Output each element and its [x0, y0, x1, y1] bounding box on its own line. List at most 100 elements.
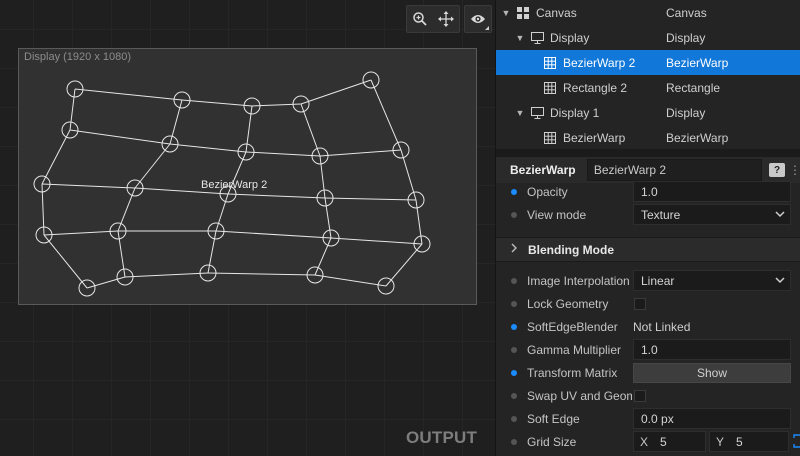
soft-edge-blender-value: Not Linked — [633, 319, 691, 334]
prop-label: Gamma Multiplier — [527, 342, 622, 357]
tree-item-type: BezierWarp — [666, 55, 729, 70]
warp-grid-line — [69, 88, 76, 131]
prop-lock-geometry: Lock Geometry — [496, 292, 800, 315]
warp-grid-line — [69, 129, 171, 145]
tree-item-bezierwarp-2[interactable]: BezierWarp 2 BezierWarp — [496, 50, 800, 75]
keyframe-dot-icon[interactable] — [511, 211, 517, 218]
chevron-right-icon[interactable] — [510, 243, 528, 256]
warp-grid-line — [215, 230, 332, 239]
warp-grid-line — [169, 143, 247, 153]
gamma-multiplier-field[interactable]: 1.0 — [633, 339, 791, 360]
keyframe-dot-icon[interactable] — [511, 415, 517, 422]
monitor-icon — [530, 31, 544, 45]
grid-icon — [543, 56, 557, 70]
prop-opacity: Opacity 1.0 — [496, 180, 800, 203]
show-matrix-button[interactable]: Show — [633, 362, 791, 383]
tree-item-name: BezierWarp 2 — [563, 55, 636, 70]
prop-soft-edge: Soft Edge 0.0 px — [496, 407, 800, 430]
help-icon[interactable]: ? — [769, 163, 785, 177]
grid-size-x-field[interactable]: X 5 — [633, 431, 706, 452]
tree-item-display-1[interactable]: ▼ Display 1 Display — [496, 100, 800, 125]
warp-grid-line — [43, 234, 88, 289]
blending-mode-section[interactable]: Blending Mode — [496, 237, 800, 262]
grid-size-x-value: 5 — [660, 434, 667, 449]
warp-grid-line — [169, 99, 183, 145]
inspector-name-field[interactable]: BezierWarp 2 — [586, 159, 763, 181]
keyframe-dot-icon[interactable] — [511, 300, 517, 307]
warp-grid-line — [181, 99, 253, 107]
grid-icon — [543, 131, 557, 145]
warp-grid-line — [74, 88, 183, 101]
swap-uv-checkbox[interactable] — [634, 389, 646, 402]
warp-grid-line — [207, 272, 316, 276]
keyframe-dot-icon[interactable] — [511, 392, 517, 399]
prop-swap-uv: Swap UV and Geome — [496, 384, 800, 407]
tree-item-name: Display 1 — [550, 105, 600, 120]
chevron-down-icon[interactable]: ▼ — [500, 8, 512, 18]
opacity-field[interactable]: 1.0 — [633, 181, 791, 202]
warp-grid-line — [117, 187, 136, 232]
keyframe-dot-icon[interactable] — [511, 438, 517, 445]
lock-geometry-checkbox[interactable] — [634, 297, 646, 310]
keyframe-dot-icon[interactable] — [511, 369, 517, 376]
tree-item-type: Display — [666, 30, 706, 45]
keyframe-dot-icon[interactable] — [511, 323, 517, 330]
prop-label: Swap UV and Geome — [527, 388, 632, 403]
prop-label: SoftEdgeBlender — [527, 319, 618, 334]
warp-grid-line — [245, 151, 321, 157]
more-options-icon[interactable]: ⋮ — [789, 163, 800, 177]
image-interpolation-select[interactable]: Linear — [633, 270, 791, 291]
tree-item-canvas[interactable]: ▼ Canvas Canvas — [496, 0, 800, 25]
grid-size-y-value: 5 — [736, 434, 743, 449]
warp-grid-line — [300, 79, 372, 105]
prop-label: Opacity — [527, 184, 568, 199]
chevron-down-icon[interactable]: ▼ — [514, 108, 526, 118]
section-title: Blending Mode — [528, 242, 614, 257]
axis-label: Y — [715, 434, 724, 449]
tree-item-type: Display — [666, 105, 706, 120]
grid-size-y-field[interactable]: Y 5 — [709, 431, 789, 452]
prop-transform-matrix: Transform Matrix Show — [496, 361, 800, 384]
view-mode-select[interactable]: Texture — [633, 204, 791, 225]
output-viewport[interactable]: Display (1920 x 1080) BezierWarp 2 OUTPU… — [0, 0, 495, 456]
tree-item-name: Display — [550, 30, 590, 45]
right-panel: ▼ Canvas Canvas ▼ Display Display Bezier… — [495, 0, 800, 456]
warp-grid-line — [324, 197, 417, 201]
tree-item-type: Rectangle — [666, 80, 721, 95]
link-icon[interactable] — [793, 434, 800, 451]
tree-item-type: Canvas — [666, 5, 707, 20]
prop-grid-size: Grid Size X 5 Y 5 — [496, 430, 800, 453]
prop-label: Transform Matrix — [527, 365, 618, 380]
prop-soft-edge-blender: SoftEdgeBlender Not Linked — [496, 315, 800, 338]
prop-label: View mode — [527, 207, 587, 222]
keyframe-dot-icon[interactable] — [511, 188, 517, 195]
tree-item-name: Canvas — [536, 5, 577, 20]
inspector-type-label: BezierWarp — [510, 163, 576, 177]
tree-item-name: BezierWarp — [563, 130, 626, 145]
panel-divider[interactable] — [496, 149, 800, 157]
monitor-icon — [530, 106, 544, 120]
warp-grid-line — [41, 183, 136, 189]
tree-item-display[interactable]: ▼ Display Display — [496, 25, 800, 50]
warp-grid-line — [314, 274, 387, 287]
select-value: Linear — [641, 273, 675, 288]
warp-grid-line — [314, 237, 332, 276]
prop-label: Image Interpolation — [527, 273, 630, 288]
prop-gamma-multiplier: Gamma Multiplier 1.0 — [496, 338, 800, 361]
warp-grid-line — [43, 230, 119, 236]
output-label: OUTPUT — [406, 428, 478, 447]
prop-label: Lock Geometry — [527, 296, 609, 311]
axis-label: X — [639, 434, 648, 449]
keyframe-dot-icon[interactable] — [511, 346, 517, 353]
chevron-down-icon[interactable]: ▼ — [514, 33, 526, 43]
tree-item-bezierwarp[interactable]: BezierWarp BezierWarp — [496, 125, 800, 150]
keyframe-dot-icon[interactable] — [511, 277, 517, 284]
prop-image-interpolation: Image Interpolation Linear — [496, 269, 800, 292]
prop-label: Soft Edge — [527, 411, 580, 426]
tree-item-rectangle-2[interactable]: Rectangle 2 Rectangle — [496, 75, 800, 100]
soft-edge-field[interactable]: 0.0 px — [633, 408, 791, 429]
bezier-warp-grid[interactable] — [0, 0, 495, 456]
select-value: Texture — [641, 207, 681, 222]
prop-label: Grid Size — [527, 434, 577, 449]
warp-grid-line — [330, 237, 423, 245]
